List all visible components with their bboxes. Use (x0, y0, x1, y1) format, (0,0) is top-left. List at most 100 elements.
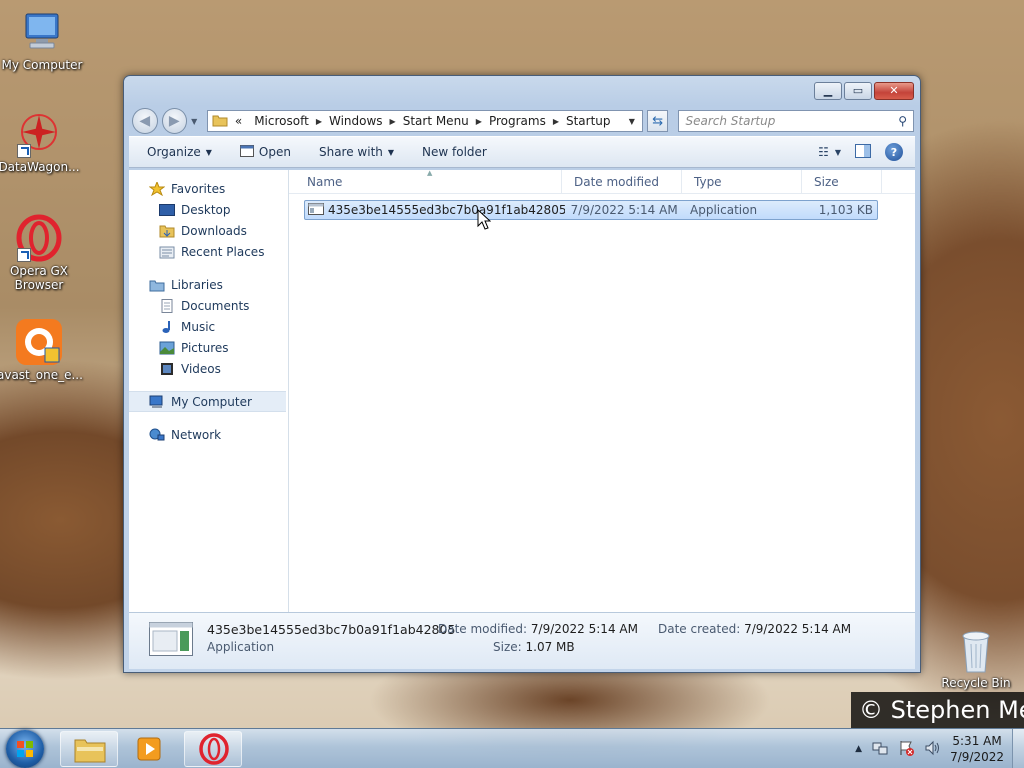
sort-ascending-icon: ▲ (427, 169, 433, 177)
windows-logo-icon (17, 741, 33, 757)
breadcrumb-programs[interactable]: Programs (484, 114, 551, 128)
nav-favorites[interactable]: Favorites (129, 178, 288, 199)
folder-icon (212, 113, 228, 130)
column-header-type[interactable]: Type (682, 169, 802, 194)
maximize-button[interactable]: ▭ (844, 82, 872, 100)
opera-gx-icon (15, 214, 63, 262)
help-button[interactable]: ? (885, 143, 903, 161)
back-button[interactable]: ◀ (132, 108, 158, 134)
column-header-date-modified[interactable]: Date modified (562, 169, 682, 194)
nav-libraries[interactable]: Libraries (129, 274, 288, 295)
desktop-icon-recycle-bin[interactable]: Recycle Bin (934, 630, 1018, 690)
column-headers: Name Date modified Type Size ▲ (289, 169, 915, 194)
nav-label: Recent Places (181, 244, 265, 259)
chevron-right-icon[interactable]: ▶ (553, 117, 559, 126)
search-icon[interactable]: ⚲ (898, 114, 907, 128)
column-header-name[interactable]: Name (289, 169, 562, 194)
arrow-left-icon: ◀ (139, 113, 151, 129)
address-bar[interactable]: « Microsoft ▶ Windows ▶ Start Menu ▶ Pro… (206, 110, 643, 132)
chevron-right-icon[interactable]: ▶ (390, 117, 396, 126)
nav-network[interactable]: Network (129, 424, 288, 445)
open-app-icon (239, 144, 254, 160)
forward-button[interactable]: ▶ (161, 108, 188, 134)
show-desktop-button[interactable] (1012, 729, 1024, 768)
details-date-created: 7/9/2022 5:14 AM (744, 622, 852, 636)
open-button[interactable]: Open (228, 140, 303, 164)
taskbar-opera-gx-button[interactable] (184, 731, 242, 767)
network-icon (149, 428, 165, 442)
share-with-button[interactable]: Share with ▼ (307, 140, 406, 164)
taskbar-explorer-button[interactable] (60, 731, 118, 767)
search-input[interactable]: Search Startup ⚲ (678, 110, 915, 132)
column-label: Size (814, 174, 839, 189)
documents-icon (159, 298, 175, 313)
notification-area: ▲ 5:31 AM 7/9/2022 (855, 729, 1024, 768)
avast-installer-icon (15, 318, 63, 366)
recycle-bin-icon (956, 630, 996, 674)
start-button[interactable] (6, 730, 44, 768)
desktop-icon-avast[interactable]: avast_one_e... (0, 318, 83, 382)
nav-downloads[interactable]: Downloads (129, 220, 288, 241)
new-folder-button[interactable]: New folder (410, 140, 499, 164)
nav-my-computer[interactable]: My Computer (129, 391, 286, 412)
desktop-icon-label: Recycle Bin (941, 676, 1011, 690)
organize-button[interactable]: Organize ▼ (135, 140, 224, 164)
action-center-icon[interactable] (898, 740, 915, 759)
refresh-button[interactable]: ⇆ (646, 110, 669, 132)
system-clock[interactable]: 5:31 AM 7/9/2022 (950, 733, 1004, 765)
minimize-button[interactable]: ▁ (814, 82, 842, 100)
music-icon (159, 320, 175, 334)
desktop-icon-datawagon[interactable]: DataWagon... (0, 110, 81, 174)
chevron-down-icon: ▼ (387, 147, 395, 157)
nav-recent-places[interactable]: Recent Places (129, 241, 288, 262)
nav-music[interactable]: Music (129, 316, 288, 337)
details-date-modified: 7/9/2022 5:14 AM (530, 622, 638, 636)
desktop-icon-my-computer[interactable]: My Computer (0, 8, 84, 72)
chevron-right-icon[interactable]: ▶ (476, 117, 482, 126)
navigation-bar: ◀ ▶ ▼ « Microsoft ▶ Windows ▶ Start Menu… (124, 106, 920, 136)
file-size: 1,103 KB (818, 203, 874, 217)
desktop-icon-label: avast_one_e... (0, 368, 83, 382)
breadcrumb-start-menu[interactable]: Start Menu (398, 114, 474, 128)
refresh-icon: ⇆ (652, 113, 664, 129)
view-options-button[interactable]: ☷ ▼ (818, 145, 841, 159)
nav-documents[interactable]: Documents (129, 295, 288, 316)
nav-pictures[interactable]: Pictures (129, 337, 288, 358)
share-with-label: Share with (318, 145, 383, 159)
column-header-size[interactable]: Size (802, 169, 882, 194)
volume-icon[interactable] (924, 740, 940, 759)
mouse-pointer-icon (477, 208, 492, 234)
explorer-folder-icon (74, 739, 106, 763)
desktop-icon-opera-gx[interactable]: Opera GX Browser (0, 214, 81, 292)
nav-label: Pictures (181, 340, 229, 355)
nav-label: Favorites (171, 181, 226, 196)
nav-videos[interactable]: Videos (129, 358, 288, 379)
title-bar[interactable]: ▁ ▭ ✕ (124, 76, 920, 106)
file-date-modified: 7/9/2022 5:14 AM (570, 203, 678, 217)
preview-pane-button[interactable] (855, 143, 871, 161)
details-date-created-label: Date created: (658, 622, 741, 636)
taskbar-media-player-button[interactable] (122, 731, 180, 767)
breadcrumb-windows[interactable]: Windows (324, 114, 388, 128)
navigation-pane: Favorites Desktop Downloads Recent Place… (129, 170, 289, 612)
clock-time: 5:31 AM (952, 734, 1002, 748)
details-view-icon: ☷ (818, 145, 829, 159)
chevron-right-icon[interactable]: ▶ (316, 117, 322, 126)
file-row[interactable]: 435e3be14555ed3bc7b0a91f1ab42805 7/9/202… (304, 200, 878, 220)
breadcrumb-overflow[interactable]: « (230, 114, 247, 128)
nav-label: My Computer (171, 394, 252, 409)
nav-label: Downloads (181, 223, 247, 238)
address-dropdown-icon[interactable]: ▼ (629, 117, 638, 126)
recent-pages-dropdown[interactable]: ▼ (191, 117, 201, 126)
new-folder-label: New folder (422, 145, 487, 159)
network-tray-icon[interactable] (872, 740, 888, 759)
breadcrumb-startup[interactable]: Startup (561, 114, 616, 128)
nav-desktop[interactable]: Desktop (129, 199, 288, 220)
open-label: Open (258, 145, 291, 159)
show-hidden-icons-button[interactable]: ▲ (855, 744, 862, 754)
organize-label: Organize (147, 145, 201, 159)
media-player-icon (137, 737, 161, 761)
chevron-down-icon: ▼ (205, 147, 212, 157)
close-button[interactable]: ✕ (874, 82, 914, 100)
breadcrumb-microsoft[interactable]: Microsoft (249, 114, 314, 128)
